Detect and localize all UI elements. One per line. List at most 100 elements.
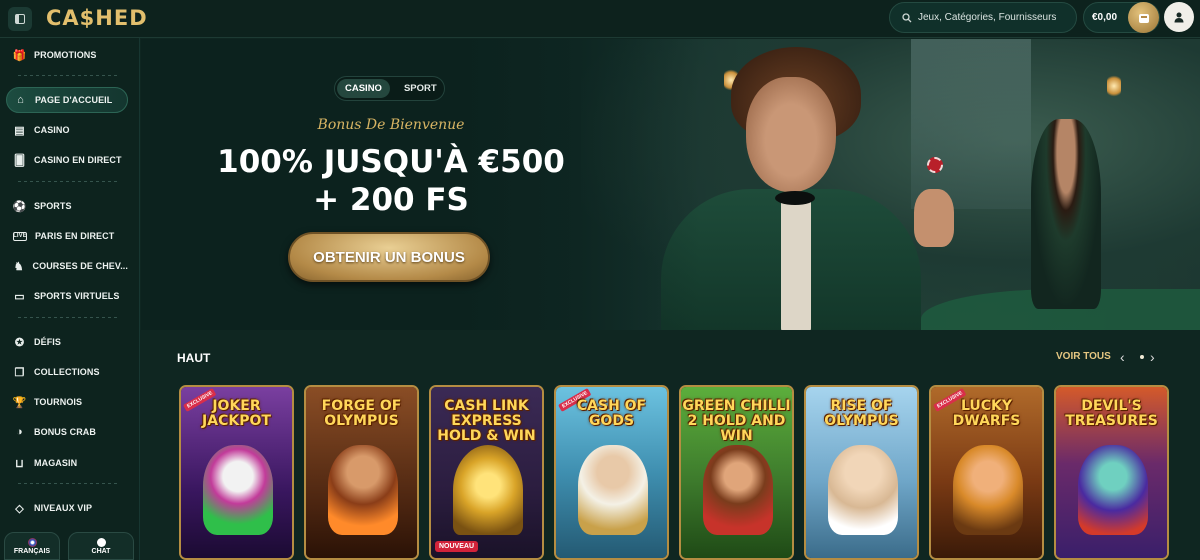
basket-icon: ⊔ (15, 457, 24, 470)
carousel-next-icon[interactable]: › (1150, 349, 1164, 365)
monitor-icon: ▭ (14, 290, 25, 303)
game-title: CASH OF GODS (576, 398, 647, 429)
game-card[interactable]: CASH LINK EXPRESS HOLD & WIN NOUVEAU (429, 385, 544, 560)
sidebar-divider (18, 75, 118, 76)
sidebar-item-vip-levels[interactable]: ◇ NIVEAUX VIP (6, 495, 128, 521)
game-title: JOKER JACKPOT (202, 398, 271, 429)
man-illustration-face (746, 77, 836, 192)
sidebar-item-challenges[interactable]: ✪ DÉFIS (6, 329, 128, 355)
games-carousel: EXCLUSIVE JOKER JACKPOT FORGE OF OLYMPUS… (179, 385, 1199, 560)
language-label: FRANÇAIS (13, 547, 51, 555)
dealer-illustration (1031, 119, 1101, 309)
search-icon (902, 12, 912, 22)
sidebar-divider (18, 317, 118, 318)
wallet-button[interactable] (1128, 2, 1159, 33)
game-card[interactable]: EXCLUSIVE LUCKY DWARFS (929, 385, 1044, 560)
medal-icon: ✪ (14, 336, 25, 349)
bow-tie-image (775, 191, 815, 205)
poker-chip-icon (927, 157, 943, 173)
man-illustration-hand (914, 189, 954, 247)
sidebar-item-label: SPORTS VIRTUELS (34, 291, 120, 301)
sidebar-item-label: COLLECTIONS (34, 367, 100, 377)
slot-icon: ▤ (14, 124, 25, 137)
headline-line-2: + 200 FS (313, 182, 469, 218)
hero-window-image (911, 39, 1031, 209)
chat-icon (96, 537, 106, 547)
sidebar-item-bonus-crab[interactable]: ◑ BONUS CRAB (6, 419, 128, 445)
sidebar-item-promotions[interactable]: 🎁 PROMOTIONS (6, 42, 128, 68)
sidebar-item-label: CASINO EN DIRECT (34, 155, 122, 165)
hero-banner: CASINO SPORT Bonus De Bienvenue 100% JUS… (141, 39, 1200, 330)
diamond-icon: ◇ (15, 502, 24, 515)
sidebar-item-label: NIVEAUX VIP (34, 503, 93, 513)
site-logo[interactable]: CA$HED (46, 6, 148, 30)
sidebar-item-home[interactable]: ⌂ PAGE D'ACCUEIL (6, 87, 128, 113)
game-character-image (453, 445, 523, 535)
sidebar-divider (18, 181, 118, 182)
game-character-image (328, 445, 398, 535)
carousel-arrows: ‹ › (1120, 348, 1164, 366)
search-placeholder: Jeux, Catégories, Fournisseurs (918, 12, 1057, 23)
game-character-image (828, 445, 898, 535)
sidebar-divider (18, 483, 118, 484)
sidebar-item-label: PAGE D'ACCUEIL (35, 95, 113, 105)
game-card[interactable]: EXCLUSIVE CASH OF GODS (554, 385, 669, 560)
game-title: DEVIL'S TREASURES (1065, 398, 1158, 429)
game-card[interactable]: EXCLUSIVE JOKER JACKPOT (179, 385, 294, 560)
sidebar-item-label: PROMOTIONS (34, 50, 97, 60)
ball-icon: ⚽ (12, 200, 27, 213)
headline-line-1: 100% JUSQU'À €500 (217, 144, 565, 180)
cards-icon: ❐ (14, 366, 25, 379)
sidebar-item-tournaments[interactable]: 🏆 TOURNOIS (6, 389, 128, 415)
sidebar-item-label: BONUS CRAB (34, 427, 97, 437)
game-card[interactable]: RISE OF OLYMPUS (804, 385, 919, 560)
sidebar-item-casino[interactable]: ▤ CASINO (6, 117, 128, 143)
language-button[interactable]: FRANÇAIS (4, 532, 60, 560)
search-input[interactable]: Jeux, Catégories, Fournisseurs (889, 2, 1077, 33)
game-character-image (203, 445, 273, 535)
bonus-title: Bonus De Bienvenue (317, 117, 465, 133)
get-bonus-button[interactable]: OBTENIR UN BONUS (288, 232, 490, 282)
game-title: FORGE OF OLYMPUS (321, 398, 402, 429)
switch-sport-tab[interactable]: SPORT (398, 83, 443, 94)
sidebar-item-label: COURSES DE CHEV... (32, 261, 128, 271)
chat-label: CHAT (91, 547, 111, 555)
section-title: HAUT (177, 351, 211, 365)
chat-button[interactable]: CHAT (68, 532, 134, 560)
game-title: CASH LINK EXPRESS HOLD & WIN (437, 398, 536, 444)
sidebar-item-live-betting[interactable]: LIVE PARIS EN DIRECT (6, 223, 128, 249)
sidebar-item-horse-racing[interactable]: ♞ COURSES DE CHEV... (6, 253, 128, 279)
gift-icon: 🎁 (12, 49, 27, 62)
game-card[interactable]: FORGE OF OLYMPUS (304, 385, 419, 560)
sidebar-item-shop[interactable]: ⊔ MAGASIN (6, 450, 128, 476)
game-title: RISE OF OLYMPUS (824, 398, 899, 429)
sidebar-item-label: TOURNOIS (34, 397, 83, 407)
sidebar-item-label: DÉFIS (34, 337, 62, 347)
carousel-prev-icon[interactable]: ‹ (1120, 349, 1134, 365)
profile-button[interactable] (1164, 2, 1194, 32)
sidebar-item-collections[interactable]: ❐ COLLECTIONS (6, 359, 128, 385)
sidebar-toggle-button[interactable] (8, 7, 32, 31)
user-icon (1174, 12, 1184, 23)
game-title: GREEN CHILLI 2 HOLD AND WIN (682, 398, 791, 444)
sidebar-item-live-casino[interactable]: 🂠 CASINO EN DIRECT (6, 147, 128, 173)
sidebar-item-label: MAGASIN (34, 458, 78, 468)
sidebar-item-virtual-sports[interactable]: ▭ SPORTS VIRTUELS (6, 283, 128, 309)
wall-lamp-image (1107, 75, 1121, 97)
game-card[interactable]: DEVIL'S TREASURES (1054, 385, 1169, 560)
see-all-link[interactable]: VOIR TOUS (1056, 351, 1111, 362)
game-card[interactable]: GREEN CHILLI 2 HOLD AND WIN (679, 385, 794, 560)
game-character-image (578, 445, 648, 535)
flag-icon (27, 537, 37, 547)
sidebar-item-label: SPORTS (34, 201, 72, 211)
sidebar-item-label: CASINO (34, 125, 70, 135)
horse-icon: ♞ (13, 260, 24, 273)
new-badge: NOUVEAU (435, 541, 479, 552)
sidebar-item-sports[interactable]: ⚽ SPORTS (6, 193, 128, 219)
game-title: LUCKY DWARFS (952, 398, 1021, 429)
switch-casino-tab[interactable]: CASINO (337, 79, 390, 98)
sidebar: 🎁 PROMOTIONS ⌂ PAGE D'ACCUEIL ▤ CASINO 🂠 CAS… (0, 38, 140, 560)
balance-amount: €0,00 (1092, 12, 1118, 23)
sidebar-bottom-bar: FRANÇAIS CHAT (0, 532, 140, 560)
home-icon: ⌂ (17, 94, 24, 106)
